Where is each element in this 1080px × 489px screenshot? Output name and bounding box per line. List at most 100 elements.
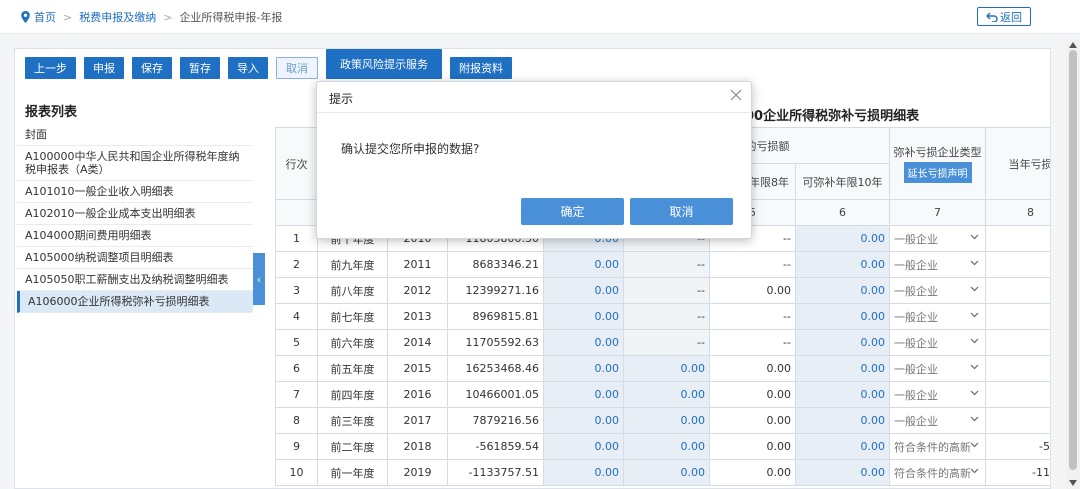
row-number: 4 bbox=[275, 303, 318, 330]
row-input-a[interactable]: 0.00 bbox=[543, 459, 624, 486]
row-input-a[interactable]: 0.00 bbox=[543, 381, 624, 408]
row-input-b[interactable]: 0.00 bbox=[623, 355, 710, 382]
row-type-select[interactable]: 符合条件的高新 bbox=[889, 433, 987, 460]
row-limit10[interactable]: 0.00 bbox=[794, 303, 891, 330]
row-input-b[interactable]: 0.00 bbox=[623, 433, 710, 460]
row-number: 2 bbox=[275, 251, 318, 278]
sidebar-item-a102010[interactable]: A102010一般企业成本支出明细表 bbox=[17, 203, 253, 225]
save-button[interactable]: 保存 bbox=[132, 57, 172, 79]
row-limit8: 0.00 bbox=[709, 381, 796, 408]
chevron-down-icon bbox=[970, 442, 979, 448]
row-current-loss: -11337 bbox=[985, 459, 1050, 486]
row-input-a[interactable]: 0.00 bbox=[543, 433, 624, 460]
row-limit8: -- bbox=[709, 303, 796, 330]
extend-loss-declaration-button[interactable]: 延长亏损声明 bbox=[903, 162, 972, 183]
row-type-select[interactable]: 一般企业 bbox=[889, 225, 987, 252]
declare-button[interactable]: 申报 bbox=[84, 57, 124, 79]
table-row: 2 前九年度 2011 8683346.21 0.00 -- -- 0.00 一般企业 bbox=[275, 251, 1050, 278]
row-limit10[interactable]: 0.00 bbox=[794, 433, 891, 460]
row-input-a[interactable]: 0.00 bbox=[543, 407, 624, 434]
row-limit8: -- bbox=[709, 329, 796, 356]
row-input-b: -- bbox=[623, 251, 710, 278]
row-number: 7 bbox=[275, 381, 318, 408]
header-limit10: 可弥补年限10年 bbox=[794, 163, 891, 200]
row-input-b[interactable]: 0.00 bbox=[623, 459, 710, 486]
scrollbar-thumb[interactable] bbox=[1069, 50, 1077, 470]
row-type-select[interactable]: 符合条件的高新 bbox=[889, 459, 987, 486]
row-input-b[interactable]: 0.00 bbox=[623, 407, 710, 434]
row-input-a[interactable]: 0.00 bbox=[543, 329, 624, 356]
row-input-a[interactable]: 0.00 bbox=[543, 303, 624, 330]
row-limit10[interactable]: 0.00 bbox=[794, 407, 891, 434]
table-row: 7 前四年度 2016 10466001.05 0.00 0.00 0.00 0.00 一般企业 bbox=[275, 381, 1050, 408]
row-amount: 16253468.46 bbox=[447, 355, 544, 382]
chevron-down-icon bbox=[970, 416, 979, 422]
scroll-up-icon[interactable] bbox=[1069, 42, 1077, 48]
policy-risk-button[interactable]: 政策风险提示服务 bbox=[326, 49, 442, 79]
row-limit10[interactable]: 0.00 bbox=[794, 381, 891, 408]
prev-step-button[interactable]: 上一步 bbox=[25, 57, 76, 79]
sidebar-item-a104000[interactable]: A104000期间费用明细表 bbox=[17, 225, 253, 247]
row-type-value: 一般企业 bbox=[894, 258, 939, 272]
breadcrumb-home-label: 首页 bbox=[34, 11, 56, 24]
scroll-down-icon[interactable] bbox=[1069, 480, 1077, 486]
sidebar-item-a105050[interactable]: A105050职工薪酬支出及纳税调整明细表 bbox=[17, 269, 253, 291]
row-period: 前七年度 bbox=[317, 303, 388, 330]
header-index bbox=[275, 199, 318, 226]
sidebar-item-cover[interactable]: 封面 bbox=[17, 124, 253, 146]
row-type-select[interactable]: 一般企业 bbox=[889, 355, 987, 382]
breadcrumb-home[interactable]: 首页 bbox=[20, 9, 56, 25]
row-period: 前九年度 bbox=[317, 251, 388, 278]
dialog-cancel-button[interactable]: 取消 bbox=[630, 198, 733, 225]
breadcrumb-level1[interactable]: 税费申报及缴纳 bbox=[79, 9, 156, 25]
vertical-scrollbar[interactable] bbox=[1066, 40, 1080, 489]
row-year: 2016 bbox=[387, 381, 448, 408]
attachments-button[interactable]: 附报资料 bbox=[450, 57, 512, 79]
sidebar-item-a105000[interactable]: A105000纳税调整项目明细表 bbox=[17, 247, 253, 269]
row-input-b[interactable]: 0.00 bbox=[623, 381, 710, 408]
row-limit8: -- bbox=[709, 251, 796, 278]
sidebar-collapse-button[interactable]: ‹ bbox=[253, 253, 265, 305]
row-amount: 7879216.56 bbox=[447, 407, 544, 434]
confirm-button[interactable]: 确定 bbox=[521, 198, 624, 225]
row-type-value: 一般企业 bbox=[894, 414, 939, 428]
row-type-select[interactable]: 一般企业 bbox=[889, 251, 987, 278]
close-icon[interactable] bbox=[729, 88, 743, 102]
row-type-value: 一般企业 bbox=[894, 284, 939, 298]
dialog-divider bbox=[317, 112, 751, 113]
row-current-loss bbox=[985, 303, 1050, 330]
sidebar-item-a100000[interactable]: A100000中华人民共和国企业所得税年度纳税申报表（A类） bbox=[17, 146, 253, 181]
row-type-value: 一般企业 bbox=[894, 388, 939, 402]
row-type-select[interactable]: 一般企业 bbox=[889, 329, 987, 356]
row-type-select[interactable]: 一般企业 bbox=[889, 381, 987, 408]
row-type-select[interactable]: 一般企业 bbox=[889, 407, 987, 434]
row-period: 前八年度 bbox=[317, 277, 388, 304]
row-type-select[interactable]: 一般企业 bbox=[889, 303, 987, 330]
row-amount: 10466001.05 bbox=[447, 381, 544, 408]
row-input-a[interactable]: 0.00 bbox=[543, 355, 624, 382]
row-limit10[interactable]: 0.00 bbox=[794, 251, 891, 278]
cancel-button[interactable]: 取消 bbox=[276, 57, 318, 79]
row-type-value: 符合条件的高新 bbox=[894, 466, 972, 480]
row-current-loss bbox=[985, 355, 1050, 382]
temp-save-button[interactable]: 暂存 bbox=[180, 57, 220, 79]
row-input-a[interactable]: 0.00 bbox=[543, 277, 624, 304]
row-type-value: 一般企业 bbox=[894, 232, 939, 246]
back-button[interactable]: 返回 bbox=[977, 7, 1031, 26]
table-row: 4 前七年度 2013 8969815.81 0.00 -- -- 0.00 一般企业 bbox=[275, 303, 1050, 330]
row-input-a[interactable]: 0.00 bbox=[543, 251, 624, 278]
row-limit10[interactable]: 0.00 bbox=[794, 355, 891, 382]
row-limit10[interactable]: 0.00 bbox=[794, 277, 891, 304]
row-current-loss bbox=[985, 381, 1050, 408]
row-limit10[interactable]: 0.00 bbox=[794, 329, 891, 356]
import-button[interactable]: 导入 bbox=[228, 57, 268, 79]
row-current-loss bbox=[985, 225, 1050, 252]
row-input-b: -- bbox=[623, 303, 710, 330]
row-limit10[interactable]: 0.00 bbox=[794, 459, 891, 486]
row-limit10[interactable]: 0.00 bbox=[794, 225, 891, 252]
sidebar-item-a101010[interactable]: A101010一般企业收入明细表 bbox=[17, 181, 253, 203]
chevron-down-icon bbox=[970, 260, 979, 266]
sidebar-item-a106000[interactable]: A106000企业所得税弥补亏损明细表 bbox=[17, 291, 253, 313]
chevron-down-icon bbox=[970, 286, 979, 292]
row-type-select[interactable]: 一般企业 bbox=[889, 277, 987, 304]
